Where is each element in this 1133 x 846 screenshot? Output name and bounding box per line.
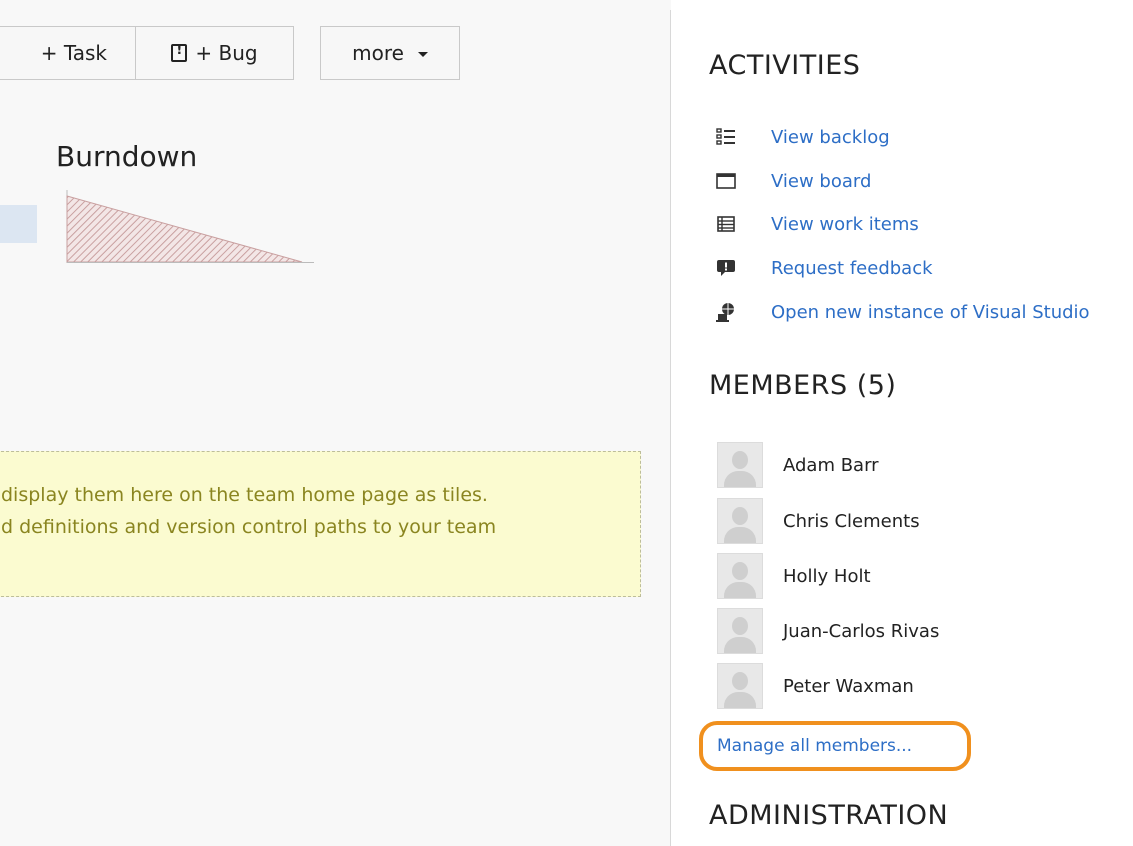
work-items-icon — [715, 213, 737, 235]
activity-open-visual-studio[interactable]: Open new instance of Visual Studio — [715, 297, 1090, 327]
add-task-button[interactable]: + Task — [0, 26, 136, 80]
manage-members-highlight: Manage all members... — [699, 721, 971, 771]
view-work-items-link[interactable]: View work items — [771, 214, 919, 235]
more-button[interactable]: more — [320, 26, 460, 80]
right-pane: ACTIVITIES View backlog View board View … — [671, 0, 1133, 846]
member-item[interactable]: Juan-Carlos Rivas — [717, 607, 939, 655]
request-feedback-link[interactable]: Request feedback — [771, 258, 933, 279]
visual-studio-icon — [715, 301, 737, 323]
activity-request-feedback[interactable]: Request feedback — [715, 253, 933, 283]
member-name: Holly Holt — [783, 565, 871, 587]
activities-heading: ACTIVITIES — [709, 50, 861, 81]
add-bug-button[interactable]: + Bug — [135, 26, 294, 80]
member-name: Juan-Carlos Rivas — [783, 620, 940, 642]
burndown-title: Burndown — [56, 140, 198, 173]
notice-line-2: d definitions and version control paths … — [1, 516, 497, 538]
chevron-down-icon — [417, 51, 428, 57]
board-icon — [715, 170, 737, 192]
more-label: more — [352, 41, 404, 65]
manage-all-members-link[interactable]: Manage all members... — [717, 736, 912, 756]
member-name: Peter Waxman — [783, 675, 914, 697]
member-name: Adam Barr — [783, 454, 879, 476]
member-item[interactable]: Adam Barr — [717, 441, 879, 489]
left-pane: + Task + Bug more Burndown display them … — [0, 0, 670, 846]
avatar — [717, 498, 763, 544]
avatar — [717, 553, 763, 599]
feedback-icon — [715, 257, 737, 279]
tile-fragment — [0, 205, 37, 243]
notice-line-1: display them here on the team home page … — [1, 484, 488, 506]
burndown-area — [66, 195, 303, 263]
member-item[interactable]: Peter Waxman — [717, 662, 914, 710]
avatar — [717, 663, 763, 709]
view-board-link[interactable]: View board — [771, 171, 871, 192]
members-heading: MEMBERS (5) — [709, 370, 897, 401]
bug-icon — [171, 43, 188, 62]
member-name: Chris Clements — [783, 510, 920, 532]
avatar — [717, 442, 763, 488]
member-item[interactable]: Chris Clements — [717, 497, 920, 545]
add-task-label: + Task — [40, 41, 107, 65]
add-bug-label: + Bug — [195, 41, 258, 65]
activity-view-board[interactable]: View board — [715, 166, 871, 196]
member-item[interactable]: Holly Holt — [717, 552, 871, 600]
backlog-list-icon — [715, 126, 737, 148]
tiles-notice: display them here on the team home page … — [0, 451, 641, 597]
view-backlog-link[interactable]: View backlog — [771, 127, 890, 148]
activity-view-work-items[interactable]: View work items — [715, 209, 919, 239]
administration-heading: ADMINISTRATION — [709, 800, 949, 831]
avatar — [717, 608, 763, 654]
activity-view-backlog[interactable]: View backlog — [715, 122, 890, 152]
burndown-chart[interactable] — [62, 188, 318, 268]
open-visual-studio-link[interactable]: Open new instance of Visual Studio — [771, 302, 1090, 323]
